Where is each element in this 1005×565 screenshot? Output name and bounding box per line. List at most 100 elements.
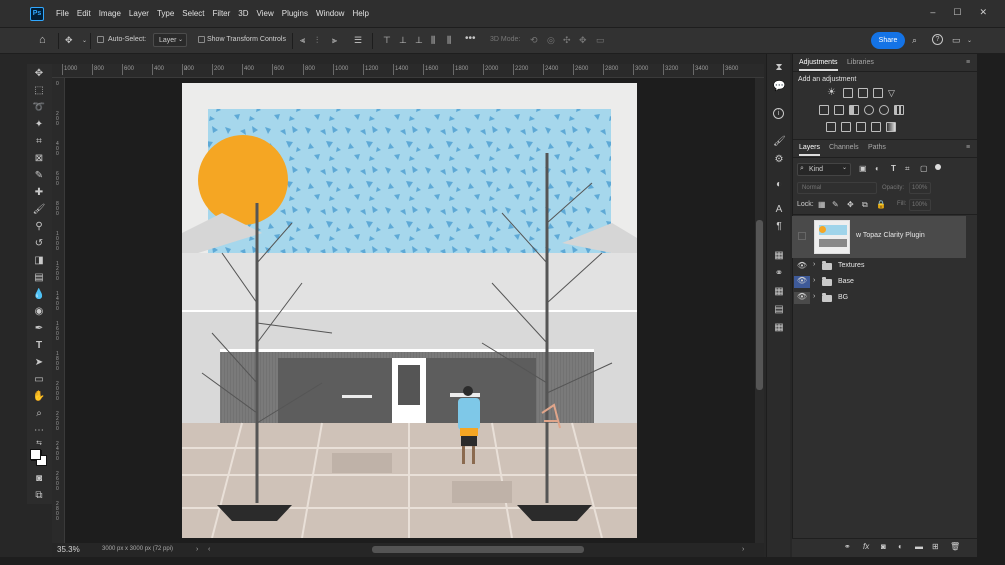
distribute-icon[interactable]: ☰ <box>354 35 362 45</box>
new-layer-icon[interactable]: ⊞ <box>932 542 939 551</box>
character-icon[interactable]: A <box>773 204 785 216</box>
brightness-icon[interactable]: ☀ <box>827 88 837 98</box>
photo-filter-icon[interactable] <box>864 105 874 115</box>
3d-roll-icon[interactable]: ◎ <box>547 35 555 45</box>
adjustment-icon[interactable]: ◐ <box>898 542 903 551</box>
gradient-tool-icon[interactable]: ▤ <box>32 271 46 285</box>
posterize-icon[interactable] <box>841 122 851 132</box>
layer-row[interactable]: 👁 › Base <box>792 274 966 290</box>
filter-shape-icon[interactable]: ⌗ <box>905 164 910 174</box>
filter-type-icon[interactable]: T <box>891 164 896 173</box>
workspace-icon[interactable]: ▭ <box>952 35 961 45</box>
3d-pan-icon[interactable]: ✣ <box>563 35 571 45</box>
align-right-icon[interactable]: ⫸ <box>332 35 337 45</box>
lock-pixels-icon[interactable]: ✎ <box>832 200 839 209</box>
clone-stamp-icon[interactable]: ⚲ <box>32 220 46 234</box>
fill-field[interactable]: 100% <box>909 199 931 211</box>
properties-icon[interactable]: ⚭ <box>773 268 785 280</box>
selective-color-icon[interactable] <box>871 122 881 132</box>
threshold-icon[interactable] <box>856 122 866 132</box>
menu-file[interactable]: File <box>56 9 69 18</box>
more-options-icon[interactable]: ••• <box>465 34 476 44</box>
blend-mode-dropdown[interactable]: Normal <box>797 182 877 194</box>
history-icon[interactable]: ⧗ <box>773 62 785 74</box>
maximize-button[interactable]: ☐ <box>953 7 961 18</box>
align-top-icon[interactable]: ⊤ <box>383 35 391 45</box>
visibility-toggle[interactable] <box>798 232 806 240</box>
chevron-right-icon[interactable]: › <box>196 546 198 553</box>
scroll-right-icon[interactable]: › <box>742 546 744 553</box>
vibrance-icon[interactable]: ▽ <box>888 88 898 98</box>
channel-mixer-icon[interactable] <box>879 105 889 115</box>
minimize-button[interactable]: – <box>930 7 935 18</box>
crop-tool-icon[interactable]: ⌗ <box>32 135 46 149</box>
move-tool-icon[interactable]: ✥ <box>65 35 73 45</box>
tab-layers[interactable]: Layers <box>799 144 821 156</box>
close-button[interactable]: ✕ <box>979 7 987 18</box>
paragraph-icon[interactable]: ¶ <box>773 221 785 233</box>
zoom-tool-icon[interactable]: ⌕ <box>32 407 46 421</box>
hue-saturation-icon[interactable] <box>819 105 829 115</box>
chevron-right-icon[interactable]: › <box>813 277 815 284</box>
curves-icon[interactable] <box>858 88 868 98</box>
quick-mask-icon[interactable]: ◙ <box>32 472 46 486</box>
filter-adjustment-icon[interactable]: ◐ <box>875 164 880 173</box>
pen-tool-icon[interactable]: ✒ <box>32 322 46 336</box>
panel-menu-icon[interactable]: ≡ <box>966 144 970 151</box>
rectangle-tool-icon[interactable]: ▭ <box>32 373 46 387</box>
3d-slide-icon[interactable]: ✥ <box>579 35 587 45</box>
layer-filter-dropdown[interactable]: ⌕ Kind ⌄ <box>797 163 851 176</box>
blur-tool-icon[interactable]: 💧 <box>32 288 46 302</box>
menu-layer[interactable]: Layer <box>129 9 149 18</box>
panel-menu-icon[interactable]: ≡ <box>966 59 970 66</box>
info-icon[interactable]: i <box>773 108 784 119</box>
healing-brush-icon[interactable]: ✚ <box>32 186 46 200</box>
chevron-right-icon[interactable]: › <box>813 293 815 300</box>
filter-smart-icon[interactable]: ▢ <box>920 164 928 173</box>
menu-help[interactable]: Help <box>352 9 368 18</box>
marquee-tool-icon[interactable]: ⬚ <box>32 84 46 98</box>
lock-transparency-icon[interactable]: ▦ <box>818 200 826 209</box>
gradients-icon[interactable]: ▤ <box>773 304 785 316</box>
brush-tool-icon[interactable]: 🖌 <box>32 203 46 217</box>
align-bottom-icon[interactable]: ⊥ <box>415 35 423 45</box>
lock-artboard-icon[interactable]: ⧉ <box>862 200 868 210</box>
lock-position-icon[interactable]: ✥ <box>847 200 854 209</box>
type-tool-icon[interactable]: T <box>32 339 46 353</box>
zoom-level[interactable]: 35.3% <box>57 545 80 554</box>
chevron-down-icon[interactable]: ⌄ <box>967 36 972 46</box>
trash-icon[interactable]: 🗑 <box>950 542 960 551</box>
align-left-icon[interactable]: ⫷ <box>300 35 305 45</box>
menu-select[interactable]: Select <box>182 9 204 18</box>
share-button[interactable]: Share <box>871 32 905 49</box>
move-tool-icon[interactable]: ✥ <box>32 67 46 81</box>
mask-icon[interactable]: ◙ <box>881 542 886 551</box>
eye-icon[interactable]: 👁 <box>794 276 810 288</box>
layer-row[interactable]: 👁 › Textures <box>792 258 966 274</box>
lasso-tool-icon[interactable]: ➰ <box>32 101 46 115</box>
patterns-icon[interactable]: ▦ <box>773 322 785 334</box>
invert-icon[interactable] <box>826 122 836 132</box>
3d-orbit-icon[interactable]: ⟲ <box>530 35 538 45</box>
show-transform-checkbox[interactable] <box>198 36 205 43</box>
layer-name[interactable]: BG <box>838 294 848 301</box>
color-lookup-icon[interactable] <box>894 105 904 115</box>
layer-name[interactable]: w Topaz Clarity Plugin <box>856 232 925 239</box>
eyedropper-icon[interactable]: ✎ <box>32 169 46 183</box>
tab-channels[interactable]: Channels <box>829 144 859 151</box>
brush-settings-icon[interactable]: 🖌 <box>773 136 786 148</box>
comments-icon[interactable]: 💬 <box>773 81 785 93</box>
black-white-icon[interactable] <box>849 105 859 115</box>
filter-toggle-icon[interactable] <box>935 164 941 170</box>
swatches-icon[interactable]: ▦ <box>773 286 785 298</box>
opacity-field[interactable]: 100% <box>909 182 931 194</box>
menu-image[interactable]: Image <box>99 9 121 18</box>
align-middle-icon[interactable]: ⊥ <box>399 35 407 45</box>
chevron-right-icon[interactable]: › <box>813 261 815 268</box>
help-icon[interactable]: ? <box>932 34 943 45</box>
menu-3d[interactable]: 3D <box>238 9 248 18</box>
levels-icon[interactable] <box>843 88 853 98</box>
align-center-icon[interactable]: ⫶ <box>316 35 318 45</box>
history-brush-icon[interactable]: ↺ <box>32 237 46 251</box>
menu-window[interactable]: Window <box>316 9 344 18</box>
